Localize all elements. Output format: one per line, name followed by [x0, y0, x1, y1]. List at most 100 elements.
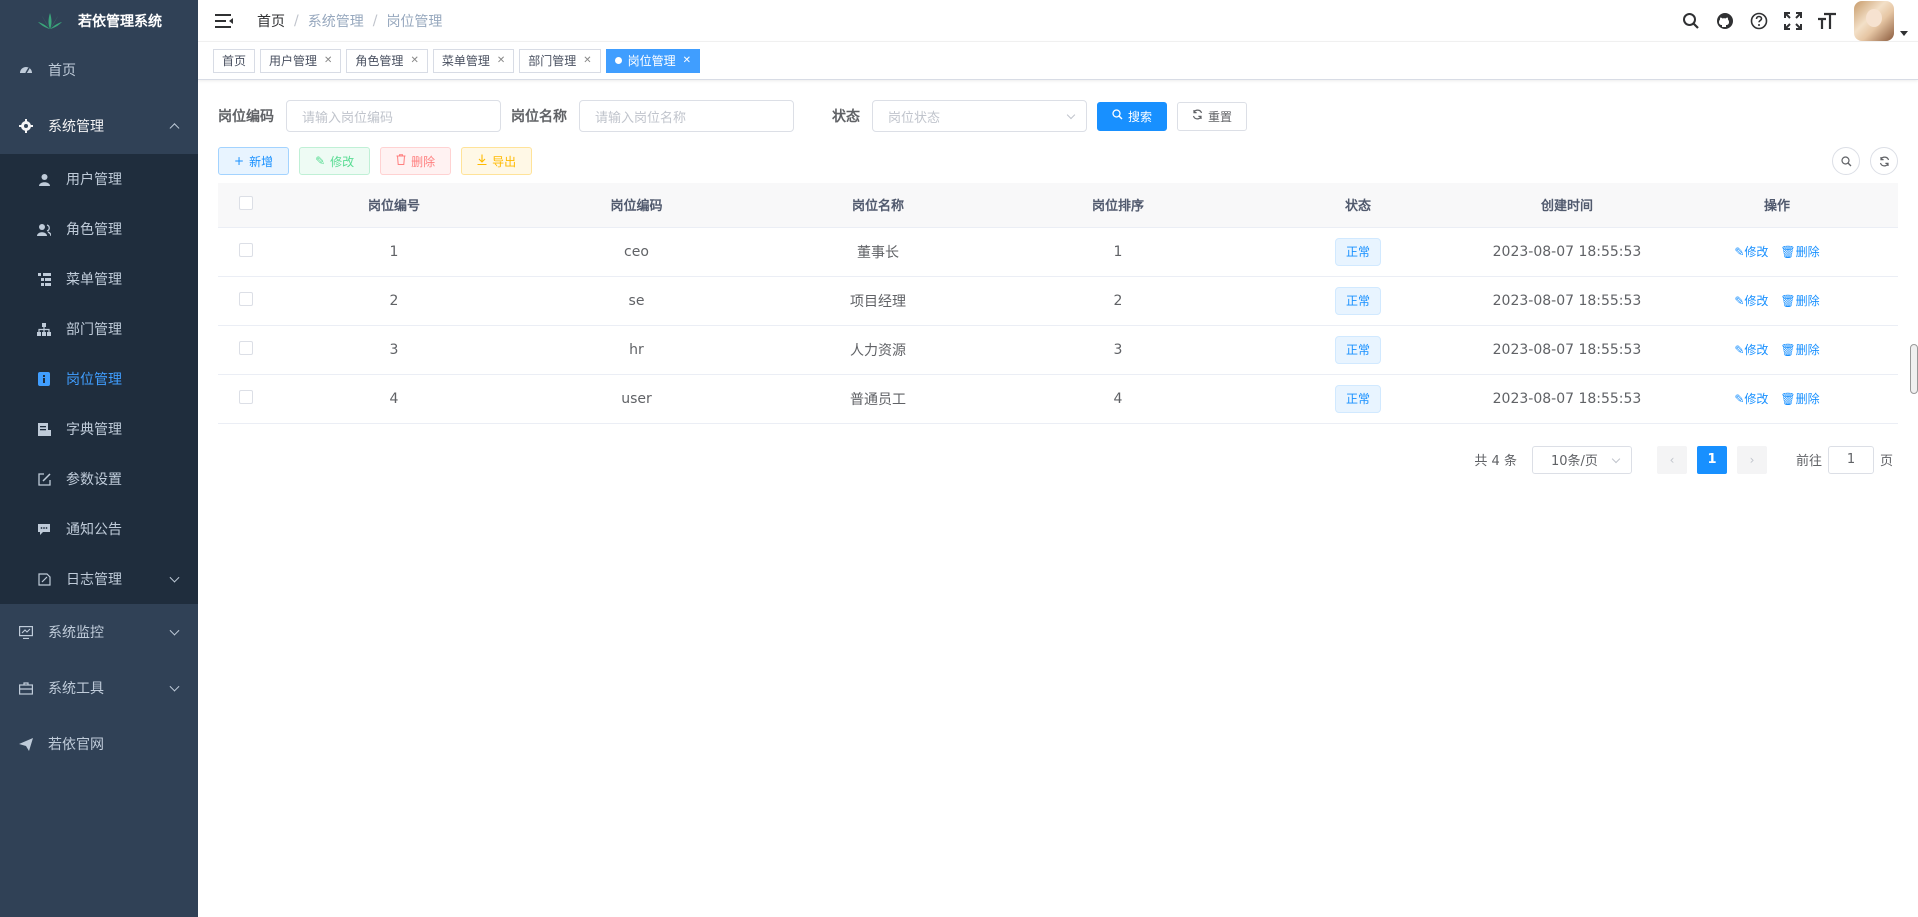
- goto-page-input[interactable]: 1: [1827, 445, 1874, 474]
- tag-posts[interactable]: 岗位管理 ✕: [605, 48, 701, 73]
- delete-button[interactable]: 删除: [380, 147, 452, 175]
- sidebar-item-home[interactable]: 首页: [0, 42, 198, 98]
- select-all-checkbox[interactable]: [238, 195, 253, 210]
- post-name-input[interactable]: 请输入岗位名称: [579, 100, 794, 132]
- dict-icon: [36, 421, 52, 437]
- scrollbar[interactable]: [1910, 344, 1918, 394]
- sidebar-item-depts[interactable]: 部门管理: [0, 304, 198, 354]
- row-delete-link[interactable]: 🗑︎删除: [1780, 343, 1819, 357]
- table-row[interactable]: 1 ceo 董事长 1 正常 2023-08-07 18:55:53 ✎修改 🗑︎…: [218, 227, 1898, 277]
- sidebar-item-dict[interactable]: 字典管理: [0, 404, 198, 454]
- cell-post-id: 4: [273, 374, 515, 424]
- sidebar-item-roles[interactable]: 角色管理: [0, 204, 198, 254]
- breadcrumb-system[interactable]: 系统管理: [308, 11, 364, 31]
- tag-label: 角色管理: [355, 54, 404, 68]
- sidebar-item-config[interactable]: 参数设置: [0, 454, 198, 504]
- cell-post-code: hr: [515, 325, 758, 375]
- add-button[interactable]: + 新增: [218, 147, 290, 175]
- edit-button[interactable]: ✎ 修改: [299, 147, 371, 175]
- row-checkbox[interactable]: [238, 291, 253, 306]
- chevron-down-icon: [169, 572, 180, 583]
- row-edit-link[interactable]: ✎修改: [1734, 245, 1768, 259]
- post-code-label: 岗位编码: [218, 109, 274, 125]
- export-button[interactable]: 导出: [461, 147, 533, 175]
- table-row[interactable]: 4 user 普通员工 4 正常 2023-08-07 18:55:53 ✎修改…: [218, 374, 1898, 424]
- tag-users[interactable]: 用户管理 ✕: [260, 48, 342, 73]
- font-size-icon[interactable]: [1810, 0, 1844, 42]
- chevron-down-icon: [1066, 110, 1076, 120]
- prev-page-button[interactable]: ‹: [1656, 445, 1687, 474]
- cell-created: 2023-08-07 18:55:53: [1478, 325, 1656, 375]
- fullscreen-icon[interactable]: [1776, 0, 1810, 42]
- monitor-icon: [18, 624, 34, 640]
- gear-icon: [18, 118, 34, 134]
- column-header: 岗位编码: [515, 183, 758, 228]
- sidebar-item-website[interactable]: 若依官网: [0, 716, 198, 772]
- hamburger-icon[interactable]: [215, 13, 235, 29]
- row-edit-link[interactable]: ✎修改: [1734, 294, 1768, 308]
- question-icon[interactable]: [1742, 0, 1776, 42]
- refresh-button[interactable]: [1870, 147, 1898, 175]
- post-code-input[interactable]: 请输入岗位编码: [286, 100, 501, 132]
- row-delete-link[interactable]: 🗑︎删除: [1780, 392, 1819, 406]
- trash-icon: [396, 154, 406, 168]
- page-number-button[interactable]: 1: [1696, 445, 1727, 474]
- sidebar-item-posts[interactable]: 岗位管理: [0, 354, 198, 404]
- dashboard-icon: [18, 62, 34, 78]
- search-icon[interactable]: [1674, 0, 1708, 42]
- status-badge: 正常: [1334, 286, 1381, 315]
- status-select[interactable]: 岗位状态: [872, 100, 1087, 132]
- row-delete-link[interactable]: 🗑︎删除: [1780, 245, 1819, 259]
- status-badge: 正常: [1334, 335, 1381, 364]
- caret-down-icon[interactable]: [1900, 30, 1908, 36]
- sidebar-item-system[interactable]: 系统管理: [0, 98, 198, 154]
- app-root: 若依管理系统 首页 系统管理 用户管理 角色管理 菜单管理 部门管理 岗位管理 …: [0, 0, 1918, 917]
- reset-button[interactable]: 重置: [1177, 101, 1248, 131]
- chevron-right-icon: ›: [1749, 452, 1755, 467]
- chevron-left-icon: ‹: [1669, 452, 1675, 467]
- logo-icon: [38, 13, 62, 29]
- breadcrumb-home[interactable]: 首页: [257, 11, 285, 31]
- sidebar: 若依管理系统 首页 系统管理 用户管理 角色管理 菜单管理 部门管理 岗位管理 …: [0, 0, 198, 917]
- post-table: 岗位编号 岗位编码 岗位名称 岗位排序 状态 创建时间 操作 1 ceo 董事长…: [218, 183, 1898, 424]
- tag-menus[interactable]: 菜单管理 ✕: [432, 48, 515, 73]
- close-icon[interactable]: ✕: [683, 55, 691, 66]
- row-delete-label: 删除: [1795, 343, 1820, 357]
- row-edit-link[interactable]: ✎修改: [1734, 343, 1768, 357]
- tag-roles[interactable]: 角色管理 ✕: [346, 48, 428, 73]
- peoples-icon: [36, 221, 52, 237]
- close-icon[interactable]: ✕: [583, 55, 591, 66]
- sidebar-item-monitor[interactable]: 系统监控: [0, 604, 198, 660]
- table-row[interactable]: 2 se 项目经理 2 正常 2023-08-07 18:55:53 ✎修改 🗑︎…: [218, 276, 1898, 326]
- row-delete-link[interactable]: 🗑︎删除: [1780, 294, 1819, 308]
- github-icon[interactable]: [1708, 0, 1742, 42]
- sidebar-item-notice[interactable]: 通知公告: [0, 504, 198, 554]
- close-icon[interactable]: ✕: [497, 55, 505, 66]
- search-icon: [1840, 155, 1851, 166]
- breadcrumb: 首页 / 系统管理 / 岗位管理: [257, 11, 442, 31]
- tag-depts[interactable]: 部门管理 ✕: [519, 48, 601, 73]
- next-page-button[interactable]: ›: [1736, 445, 1767, 474]
- breadcrumb-current: 岗位管理: [386, 13, 443, 30]
- close-icon[interactable]: ✕: [410, 55, 418, 66]
- page-size-select[interactable]: 10条/页: [1531, 445, 1632, 474]
- sidebar-item-tool[interactable]: 系统工具: [0, 660, 198, 716]
- logo[interactable]: 若依管理系统: [0, 0, 198, 42]
- row-checkbox[interactable]: [238, 389, 253, 404]
- cell-post-sort: 1: [998, 227, 1238, 277]
- column-header: 创建时间: [1478, 183, 1656, 228]
- column-header: 状态: [1238, 183, 1478, 228]
- sidebar-item-users[interactable]: 用户管理: [0, 154, 198, 204]
- row-edit-link[interactable]: ✎修改: [1734, 392, 1768, 406]
- toggle-search-button[interactable]: [1832, 147, 1860, 175]
- row-checkbox[interactable]: [238, 242, 253, 257]
- row-checkbox[interactable]: [238, 340, 253, 355]
- avatar[interactable]: [1854, 1, 1894, 41]
- table-row[interactable]: 3 hr 人力资源 3 正常 2023-08-07 18:55:53 ✎修改 🗑︎…: [218, 325, 1898, 375]
- tag-home[interactable]: 首页: [213, 48, 256, 73]
- close-icon[interactable]: ✕: [324, 55, 332, 66]
- sidebar-item-logs[interactable]: 日志管理: [0, 554, 198, 604]
- search-button[interactable]: 搜索: [1097, 101, 1168, 131]
- sidebar-item-label: 岗位管理: [66, 372, 122, 388]
- sidebar-item-menus[interactable]: 菜单管理: [0, 254, 198, 304]
